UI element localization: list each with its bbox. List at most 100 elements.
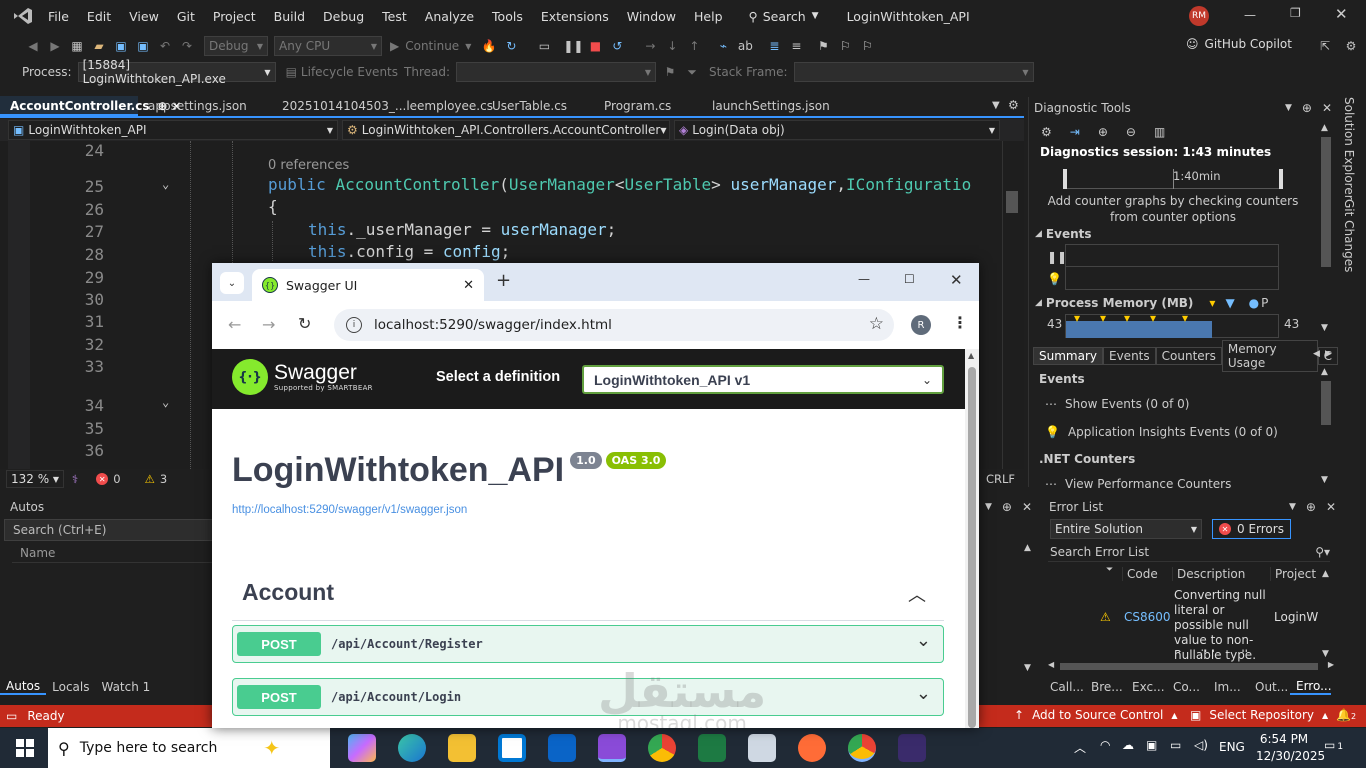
error-bottom-tab[interactable]: Call... [1044,680,1085,694]
chrome-icon[interactable] [648,734,676,762]
autos-tab[interactable]: Autos [0,679,47,695]
dropdown-icon[interactable]: ▼ [1285,103,1292,113]
platform-dropdown[interactable]: Any CPU ▼ [274,36,382,56]
page-scrollbar[interactable]: ▲ [965,349,979,728]
visual-studio-icon[interactable] [598,734,626,762]
forward-icon[interactable]: → [262,315,275,334]
zoom-in-icon[interactable]: ⊕ [1098,125,1108,139]
zoom-dropdown[interactable]: 132 % ▼ [6,470,64,488]
filter-icon[interactable]: ⏷ [684,64,700,80]
dropdown-icon[interactable]: ▼ [1289,502,1296,512]
editor-tab[interactable]: Program.cs [594,96,702,116]
store-icon[interactable] [498,734,526,762]
sql-server-icon[interactable] [748,734,776,762]
profile-avatar[interactable]: R [911,315,931,335]
operation-register[interactable]: POST/api/Account/Register ⌄ [232,625,944,663]
autos-column-header[interactable]: Name [12,543,212,563]
address-bar[interactable]: i localhost:5290/swagger/index.html ☆ [334,309,894,341]
excel-icon[interactable] [698,734,726,762]
pin-icon[interactable]: ⊕ [1306,500,1316,514]
stop-icon[interactable]: ■ [587,38,603,54]
step-over-icon[interactable]: → [642,38,658,54]
editor-tab[interactable]: AccountController.cs ⊕ × [0,96,182,116]
chrome-tab-swagger[interactable]: {} Swagger UI ✕ [252,269,484,301]
view-perf-counters-item[interactable]: ⋯ View Performance Counters [1045,477,1231,491]
undo-icon[interactable]: ↶ [157,38,173,54]
editor-scrollbar[interactable] [1002,141,1020,469]
error-column-header[interactable]: Project [1270,567,1316,581]
definition-select[interactable]: LoginWithtoken_API v1 ⌄ [582,365,944,394]
project-dropdown[interactable]: ▣ LoginWithtoken_API ▼ [8,120,338,140]
chrome-menu-icon[interactable]: ⋮ [952,313,968,332]
diag-tab[interactable]: Summary [1033,347,1103,365]
bookmark-star-icon[interactable]: ☆ [869,314,884,334]
error-column-header[interactable]: Code [1122,567,1158,581]
swagger-logo[interactable]: {·} Swagger Supported by SMARTBEAR [232,359,373,395]
reload-icon[interactable]: ↻ [298,314,311,333]
chrome-close-button[interactable]: ✕ [950,271,963,289]
scope-dropdown[interactable]: Entire Solution ▼ [1050,519,1202,539]
lifecycle-events-button[interactable]: ▤ Lifecycle Events [286,65,398,79]
spec-link[interactable]: http://localhost:5290/swagger/v1/swagger… [232,504,467,516]
side-tab-git-changes[interactable]: Git Changes [1342,199,1356,272]
restore-button[interactable]: ❐ [1290,6,1301,20]
site-info-icon[interactable]: i [346,317,362,333]
cloud-icon[interactable]: ☁ [1122,738,1134,752]
flag-icon[interactable]: ⚑ [662,64,678,80]
taskbar-search-box[interactable]: ⚲ Type here to search ✦ [48,728,330,768]
error-bottom-tab[interactable]: Im... [1208,680,1249,694]
memory-header[interactable]: ◢ Process Memory (MB) ▾ ▼ ● P [1035,296,1268,310]
vs-logo-icon[interactable] [12,7,34,25]
events-header[interactable]: ◢ Events [1035,227,1092,241]
timeline-ruler[interactable]: 1:40min [1063,169,1283,189]
format-icon[interactable]: ≣ [766,38,782,54]
chevron-right-icon[interactable]: ▶ [1325,349,1332,359]
config-dropdown[interactable]: Debug ▼ [204,36,268,56]
diag-tab[interactable]: Memory Usage [1221,340,1318,372]
operation-login[interactable]: POST/api/Account/Login ⌄ [232,678,944,716]
breakpoint-icon[interactable]: ⌁ [715,38,731,54]
tab-search-button[interactable]: ⌄ [220,272,244,294]
pause-icon[interactable]: ❚❚ [563,38,583,54]
redo-icon[interactable]: ↷ [179,38,195,54]
close-icon[interactable]: ✕ [1322,101,1332,115]
back-icon[interactable]: ◀ [25,38,41,54]
comment-icon[interactable]: ≡ [788,38,804,54]
scrollbar-thumb[interactable] [968,367,976,728]
code-cleanup-icon[interactable]: ⚕ [72,472,78,486]
settings-icon[interactable]: ⚙ [1041,125,1052,139]
error-search-input[interactable]: Search Error List ⚲▾ [1048,542,1330,562]
chevron-left-icon[interactable]: ◀ [1313,349,1320,359]
diag-upper-scrollbar[interactable]: ▲ ▼ [1319,123,1333,333]
file-explorer-icon[interactable] [448,734,476,762]
network-icon[interactable]: ◠ [1100,738,1110,752]
menu-test[interactable]: Test [382,9,407,24]
thread-dropdown[interactable]: ▼ [456,62,657,82]
menu-build[interactable]: Build [274,9,305,24]
filter-icon[interactable]: ⏷ [1106,565,1113,575]
user-avatar[interactable]: RM [1189,6,1209,26]
error-column-header[interactable]: Description [1172,567,1245,581]
hot-reload-icon[interactable]: 🔥 [481,38,497,54]
restart-icon[interactable]: ↻ [503,38,519,54]
pin-icon[interactable]: ⊕ [1302,101,1312,115]
continue-button[interactable]: ▶ Continue ▼ [390,39,471,53]
autos-search-input[interactable]: Search (Ctrl+E) [4,519,214,541]
save-icon[interactable]: ▣ [113,38,129,54]
tab-list-dropdown[interactable]: ▼ [992,100,1000,111]
windows-start-icon[interactable] [16,739,34,757]
diag-scrollbar[interactable]: ▲ ▼ [1319,367,1333,485]
menu-help[interactable]: Help [694,9,723,24]
member-dropdown[interactable]: ◈ Login(Data obj) ▼ [674,120,1000,140]
postman-icon[interactable] [798,734,826,762]
error-vscroll[interactable]: ▲ ▼ [1320,569,1334,659]
bookmark-icon[interactable]: ⚑ [815,38,831,54]
step-out-icon[interactable]: ↑ [686,38,702,54]
reset-zoom-icon[interactable]: ▥ [1154,125,1165,139]
zoom-out-icon[interactable]: ⊖ [1126,125,1136,139]
error-row[interactable]: ⚠ CS8600 Converting null literal or poss… [1044,588,1338,662]
pin-icon[interactable]: ⊕ [1002,500,1012,514]
menu-debug[interactable]: Debug [323,9,364,24]
close-button[interactable]: ✕ [1335,5,1348,23]
search-button[interactable]: ⚲ Search ▼ [749,9,819,24]
